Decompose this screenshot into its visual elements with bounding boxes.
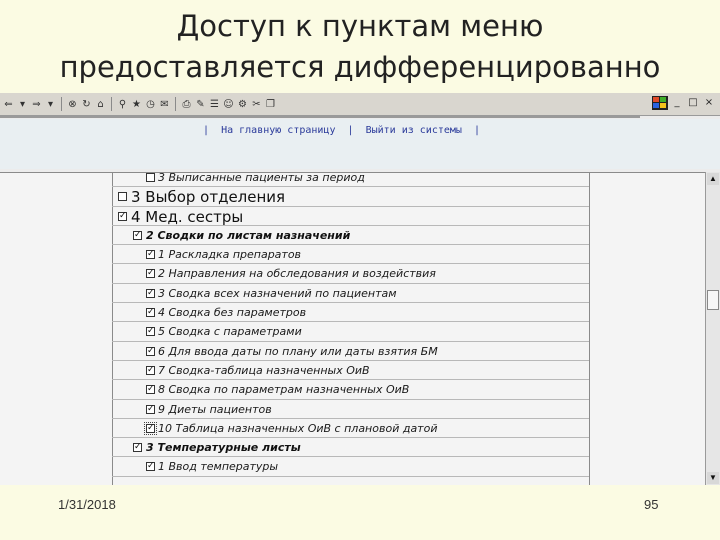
checkbox-checked[interactable]: ✓ <box>118 211 127 221</box>
tools-icon[interactable]: ⚙ <box>236 97 249 111</box>
menu-item-label: 3 Сводка всех назначений по пациентам <box>158 286 397 300</box>
menu-item-label: 3 Температурные листы <box>146 441 301 455</box>
checkbox-unchecked[interactable] <box>118 192 127 202</box>
menu-item-label: 5 Сводка с параметрами <box>158 325 302 339</box>
checkbox-checked[interactable]: ✓ <box>146 327 155 337</box>
forward-icon[interactable]: ⇒ <box>30 97 43 111</box>
menu-access-row: ✓ 7 Сводка-таблица назначенных ОиВ <box>112 361 589 381</box>
scroll-up-arrow-icon[interactable]: ▲ <box>707 173 719 185</box>
dropdown-icon[interactable]: ▾ <box>44 97 57 111</box>
menu-item-label: 1 Ввод температуры <box>158 460 279 474</box>
menu-item-label: 9 Диеты пациентов <box>158 402 272 416</box>
slide-title: Доступ к пунктам меню предоставляется ди… <box>0 6 720 88</box>
nav-separator: | <box>203 125 210 136</box>
menu-access-row: ✓ 4 Сводка без параметров <box>112 303 589 323</box>
checkbox-checked[interactable]: ✓ <box>146 365 155 375</box>
print-icon[interactable]: ⎙ <box>180 97 193 111</box>
checkbox-checked[interactable]: ✓ <box>146 346 155 356</box>
copy-icon[interactable]: ❐ <box>264 97 277 111</box>
menu-access-row: ✓ 9 Диеты пациентов <box>112 400 589 419</box>
menu-access-row: ✓ 4 Мед. сестры <box>112 207 589 226</box>
slide-title-line-1: Доступ к пунктам меню <box>176 9 544 43</box>
menu-access-tree: 3 Выписанные пациенты за период 3 Выбор о… <box>0 171 720 485</box>
menu-item-label: 6 Для ввода даты по плану или даты взяти… <box>158 344 438 358</box>
checkbox-checked[interactable]: ✓ <box>146 385 155 395</box>
close-button[interactable]: × <box>702 96 716 110</box>
discuss-icon[interactable]: ☰ <box>208 97 221 111</box>
checkbox-checked[interactable]: ✓ <box>133 230 142 240</box>
home-link[interactable]: На главную страницу <box>221 125 335 136</box>
logout-link[interactable]: Выйти из системы <box>366 125 462 136</box>
menu-access-row: ✓ 5 Сводка с параметрами <box>112 322 589 342</box>
menu-item-label: 3 Выбор отделения <box>131 188 286 207</box>
menu-access-row: ✓ 2 Направления на обследования и воздейс… <box>112 264 589 284</box>
minimize-button[interactable]: _ <box>670 96 684 110</box>
scroll-thumb[interactable] <box>707 290 719 310</box>
menu-item-label: 4 Сводка без параметров <box>158 306 307 320</box>
mail-icon[interactable]: ✉ <box>158 97 171 111</box>
toolbar-separator <box>61 97 62 111</box>
checkbox-checked[interactable]: ✓ <box>146 269 155 279</box>
checkbox-checked[interactable]: ✓ <box>146 462 155 472</box>
history-icon[interactable]: ◷ <box>144 97 157 111</box>
checkbox-checked[interactable]: ✓ <box>146 288 155 298</box>
edit-icon[interactable]: ✎ <box>194 97 207 111</box>
toolbar-buttons: ⇐ ▾ ⇒ ▾ ⊗ ↻ ⌂ ⚲ ★ ◷ ✉ ⎙ ✎ ☰ ☺ ⚙ ✂ ❐ <box>2 95 277 113</box>
favorites-icon[interactable]: ★ <box>130 97 143 111</box>
menu-rows: 3 Выписанные пациенты за период 3 Выбор о… <box>112 168 589 477</box>
menu-access-row: 3 Выбор отделения <box>112 187 589 207</box>
checkbox-checked[interactable]: ✓ <box>146 308 155 318</box>
menu-access-row: ✓ 10 Таблица назначенных ОиВ с плановой д… <box>112 419 589 439</box>
menu-access-row: ✓ 2 Сводки по листам назначений <box>112 226 589 246</box>
vertical-scrollbar[interactable]: ▲ ▼ <box>705 172 720 485</box>
stop-icon[interactable]: ⊗ <box>66 97 79 111</box>
toolbar-divider <box>0 116 640 118</box>
menu-access-row: ✓ 1 Ввод температуры <box>112 457 589 477</box>
menu-item-label: 10 Таблица назначенных ОиВ с плановой да… <box>158 421 438 435</box>
checkbox-checked[interactable]: ✓ <box>133 443 142 453</box>
nav-separator: | <box>473 125 480 136</box>
dropdown-icon[interactable]: ▾ <box>16 97 29 111</box>
menu-item-label: 7 Сводка-таблица назначенных ОиВ <box>158 363 370 377</box>
tree-right-border <box>589 172 590 485</box>
browser-screenshot: ⇐ ▾ ⇒ ▾ ⊗ ↻ ⌂ ⚲ ★ ◷ ✉ ⎙ ✎ ☰ ☺ ⚙ ✂ ❐ _ □ × | На главную ст… <box>0 93 720 485</box>
nav-links: | На главную страницу | Выйти из системы… <box>203 125 480 136</box>
menu-access-row: ✓ 3 Температурные листы <box>112 438 589 458</box>
window-controls: _ □ × <box>652 96 716 110</box>
slide-title-line-2: предоставляется дифференцированно <box>59 50 661 84</box>
nav-bar: | На главную страницу | Выйти из системы… <box>0 119 720 169</box>
toolbar-separator <box>175 97 176 111</box>
menu-item-label: 4 Мед. сестры <box>131 207 244 226</box>
scroll-down-arrow-icon[interactable]: ▼ <box>707 472 719 484</box>
search-icon[interactable]: ⚲ <box>116 97 129 111</box>
checkbox-checked[interactable]: ✓ <box>144 421 157 435</box>
checkbox-checked[interactable]: ✓ <box>146 250 155 260</box>
menu-access-row: ✓ 1 Раскладка препаратов <box>112 245 589 265</box>
cut-icon[interactable]: ✂ <box>250 97 263 111</box>
maximize-button[interactable]: □ <box>686 96 700 110</box>
menu-item-label: 2 Направления на обследования и воздейст… <box>158 267 436 281</box>
back-icon[interactable]: ⇐ <box>2 97 15 111</box>
windows-logo-icon <box>652 96 668 110</box>
browser-toolbar: ⇐ ▾ ⇒ ▾ ⊗ ↻ ⌂ ⚲ ★ ◷ ✉ ⎙ ✎ ☰ ☺ ⚙ ✂ ❐ _ □ × <box>0 93 720 116</box>
refresh-icon[interactable]: ↻ <box>80 97 93 111</box>
menu-item-label: 3 Выписанные пациенты за период <box>158 171 365 184</box>
menu-item-label: 8 Сводка по параметрам назначенных ОиВ <box>158 383 410 397</box>
menu-access-row: ✓ 6 Для ввода даты по плану или даты взят… <box>112 342 589 361</box>
toolbar-separator <box>111 97 112 111</box>
menu-access-row: 3 Выписанные пациенты за период <box>112 168 589 188</box>
menu-item-label: 2 Сводки по листам назначений <box>146 228 351 242</box>
slide-date: 1/31/2018 <box>58 497 116 512</box>
menu-item-label: 1 Раскладка препаратов <box>158 248 302 262</box>
home-icon[interactable]: ⌂ <box>94 97 107 111</box>
menu-access-row: ✓ 3 Сводка всех назначений по пациентам <box>112 284 589 304</box>
checkbox-checked[interactable]: ✓ <box>146 404 155 414</box>
checkbox-unchecked[interactable] <box>146 173 155 182</box>
menu-access-row: ✓ 8 Сводка по параметрам назначенных ОиВ <box>112 380 589 400</box>
messenger-icon[interactable]: ☺ <box>222 97 235 111</box>
nav-separator: | <box>347 125 354 136</box>
slide-page-number: 95 <box>644 497 659 512</box>
